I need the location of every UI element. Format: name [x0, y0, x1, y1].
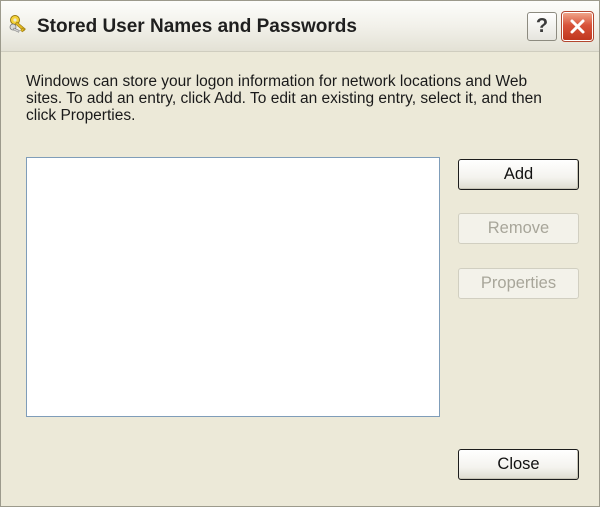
keys-icon [9, 13, 31, 35]
close-window-button[interactable] [561, 11, 594, 42]
instructions-text: Windows can store your logon information… [26, 73, 542, 124]
stored-credentials-dialog: Stored User Names and Passwords ? Window… [0, 0, 600, 507]
help-icon: ? [535, 15, 549, 37]
add-button[interactable]: Add [458, 159, 579, 190]
credentials-list[interactable] [26, 157, 440, 417]
window-title: Stored User Names and Passwords [37, 16, 357, 37]
title-bar[interactable]: Stored User Names and Passwords ? [1, 1, 599, 52]
help-button[interactable]: ? [527, 12, 557, 41]
close-button[interactable]: Close [458, 449, 579, 480]
close-icon [570, 19, 585, 34]
remove-button[interactable]: Remove [458, 213, 579, 244]
properties-button[interactable]: Properties [458, 268, 579, 299]
